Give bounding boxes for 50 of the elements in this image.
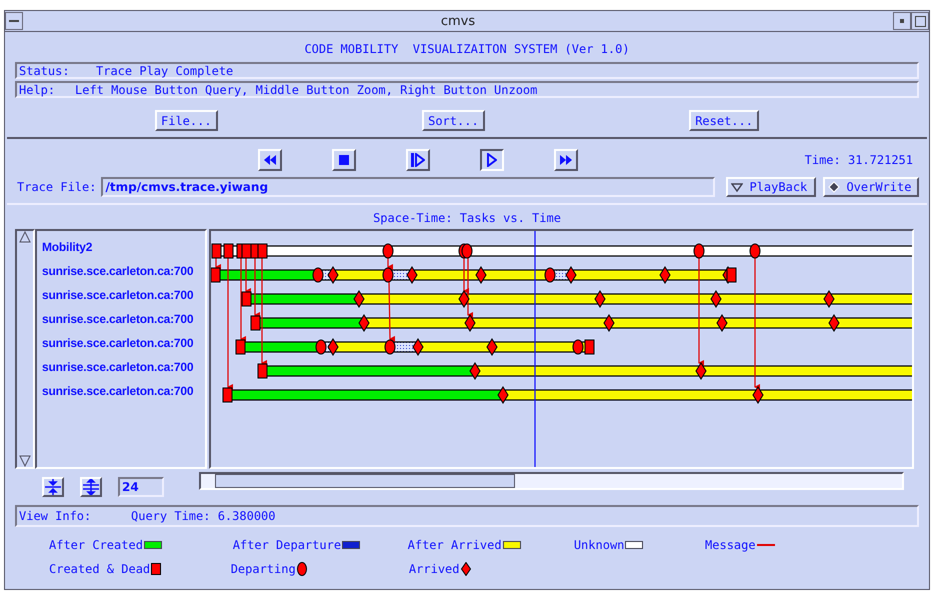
legend-label: Created & Dead: [49, 562, 150, 576]
zoom-out-button[interactable]: [80, 477, 102, 497]
chart-title: Space-Time: Tasks vs. Time: [372, 211, 562, 225]
menu-button[interactable]: Sort...: [422, 110, 485, 131]
maximize-button[interactable]: [911, 12, 929, 30]
task-label: sunrise.sce.carleton.ca:700: [42, 336, 194, 352]
minimize-icon: [900, 19, 904, 23]
time-readout: Time: 31.721251: [804, 153, 913, 167]
fast-forward-icon: [560, 155, 572, 165]
scroll-down-icon: [19, 455, 31, 467]
play-icon: [487, 153, 497, 167]
expand-icon: [83, 479, 99, 495]
scroll-up-icon: [19, 231, 31, 243]
task-label: sunrise.sce.carleton.ca:700: [42, 288, 194, 304]
legend-label: Departing: [230, 562, 296, 576]
task-label: sunrise.sce.carleton.ca:700: [42, 384, 194, 400]
player-button[interactable]: [480, 149, 504, 171]
trace-file-label: Trace File:: [17, 180, 96, 194]
vertical-scrollbar[interactable]: [15, 229, 35, 469]
stop-icon: [339, 155, 349, 165]
task-label: sunrise.sce.carleton.ca:700: [42, 312, 194, 328]
rewind-icon: [264, 155, 276, 165]
task-label: sunrise.sce.carleton.ca:700: [42, 360, 194, 376]
task-label: Mobility2: [42, 240, 94, 256]
trace-file-field[interactable]: /tmp/cmvs.trace.yiwang: [101, 177, 716, 197]
zoom-field[interactable]: 24: [118, 477, 164, 497]
minimize-button[interactable]: [893, 12, 911, 30]
legend-label: Unknown: [574, 538, 624, 552]
horizontal-scrollbar[interactable]: [199, 472, 904, 490]
window-title: cmvs: [440, 14, 476, 28]
menu-button[interactable]: Reset...: [689, 110, 759, 131]
menu-button[interactable]: File...: [155, 110, 218, 131]
maximize-icon: [914, 16, 926, 26]
legend-label: Message: [705, 538, 756, 552]
view-info-field: View Info: Query Time: 6.380000: [15, 505, 919, 527]
toggle-button[interactable]: PlayBack: [726, 177, 816, 197]
toggle-button[interactable]: OverWrite: [823, 177, 920, 197]
legend-label: After Created: [49, 538, 143, 552]
legend-label: After Departure: [232, 538, 342, 552]
compress-icon: [45, 479, 61, 495]
task-label: sunrise.sce.carleton.ca:700: [42, 264, 194, 280]
legend-label: After Arrived: [408, 538, 502, 552]
app-heading: CODE MOBILITY VISUALIZAITON SYSTEM (Ver 1.0): [303, 42, 631, 56]
window-menu-button[interactable]: [5, 12, 23, 30]
legend-label: Arrived: [408, 562, 460, 576]
help-field: Help: Left Mouse Button Query, Middle Button Zoom, Right Button Unzoom: [15, 81, 919, 98]
status-field: Status: Trace Play Complete: [15, 62, 919, 79]
zoom-in-button[interactable]: [42, 477, 64, 497]
step-icon: [411, 153, 425, 167]
scroll-thumb[interactable]: [215, 474, 515, 488]
